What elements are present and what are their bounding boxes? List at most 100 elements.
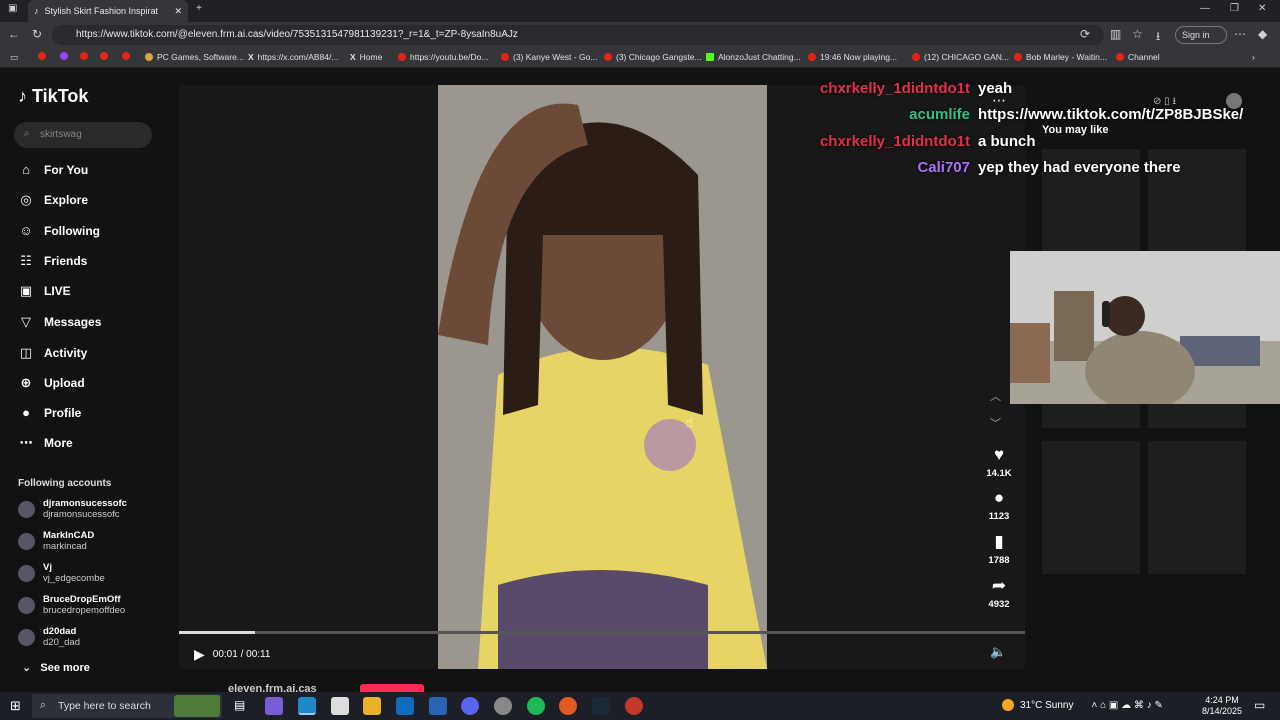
sidebar-item-following[interactable]: ☺ Following [18, 223, 100, 238]
next-video-icon[interactable]: ﹀ [990, 415, 1001, 431]
taskbar-clock[interactable]: 4:24 PM 8/14/2025 [1202, 695, 1242, 717]
close-window-icon[interactable]: ✕ [1258, 3, 1266, 14]
extensions-icon[interactable]: ⟳ [1080, 27, 1090, 41]
comment-button[interactable]: ● 1123 [985, 488, 1013, 522]
sidebar-item-upload[interactable]: ⊕ Upload [18, 375, 85, 391]
store-app-icon[interactable] [331, 697, 349, 715]
url-bar[interactable]: https://www.tiktok.com/@eleven.frm.ai.ca… [52, 25, 1104, 45]
search-input[interactable]: ⌕ skirtswag [14, 122, 152, 148]
bookmark-youtube-link[interactable]: https://youtu.be/Do... [398, 52, 488, 62]
volume-icon[interactable]: 🔈 [990, 644, 1006, 660]
tray-icons[interactable]: ˄ ⌂ ▣ ☁ ⌘ ♪ ✎ [1091, 700, 1162, 711]
sidebar-item-explore[interactable]: ◎ Explore [18, 192, 88, 208]
share-button[interactable]: ➦ 4932 [985, 576, 1013, 610]
follow-button[interactable] [360, 684, 424, 692]
bookmark-yt-1[interactable] [38, 52, 46, 60]
bookmark-x[interactable]: Xhttps://x.com/AB84/... [248, 52, 338, 62]
brave-app-icon[interactable] [559, 697, 577, 715]
see-more-link[interactable]: ⌄ See more [22, 661, 90, 674]
chat-username: chxrkelly_1didntdo1t [819, 80, 970, 97]
following-account[interactable]: d20dad d20_dad [18, 626, 80, 648]
sidebar-item-activity[interactable]: ◫ Activity [18, 345, 88, 361]
chat-message: yeah [978, 80, 1013, 97]
bookmark-kick[interactable]: AlonzoJust Chatting... [706, 52, 801, 62]
bookmark-pc-games[interactable]: PC Games, Software... [145, 52, 244, 62]
following-account[interactable]: BruceDropEmOff brucedropemoffdeo [18, 594, 125, 616]
recommendation-thumb[interactable] [1148, 441, 1246, 574]
comment-icon: ● [993, 488, 1005, 507]
following-account[interactable]: Vj vj_edgecombe [18, 562, 105, 584]
sidebar-item-profile[interactable]: ● Profile [18, 405, 81, 420]
split-icon[interactable]: ▥ [1110, 27, 1121, 41]
discord-app-icon[interactable] [461, 697, 479, 715]
following-account[interactable]: djramonsucessofc djramonsucessofc [18, 498, 127, 520]
sidebar-item-label: Messages [44, 315, 102, 329]
bookmark-kanye[interactable]: (3) Kanye West - Go... [501, 52, 597, 62]
save-button[interactable]: ▮ 1788 [985, 532, 1013, 566]
spotify-app-icon[interactable] [527, 697, 545, 715]
bookmark-chicago-gan[interactable]: (12) CHICAGO GAN... [912, 52, 1009, 62]
weather-text[interactable]: 31°C Sunny [1020, 700, 1073, 711]
close-tab-icon[interactable]: ✕ [174, 6, 182, 17]
tiktok-note-icon: ♪ [18, 86, 27, 106]
play-icon[interactable]: ▶ [194, 646, 205, 663]
messages-icon: ▽ [21, 314, 31, 329]
bookmark-folder-icon[interactable]: ▭ [10, 52, 18, 63]
account-name: BruceDropEmOff [43, 594, 121, 605]
previous-video-icon[interactable]: ︿ [990, 388, 1001, 404]
copilot-app-icon[interactable] [265, 697, 283, 715]
edge-app-icon[interactable] [298, 697, 316, 715]
like-button[interactable]: ♥ 14.1K [985, 445, 1013, 479]
task-view-icon[interactable]: ▤ [234, 698, 245, 712]
bookmark-yt-4[interactable] [122, 52, 130, 60]
following-account[interactable]: MarkInCAD markincad [18, 530, 94, 552]
bookmark-yt-2[interactable] [80, 52, 88, 60]
sign-in-label: Sign in [1182, 30, 1210, 40]
bookmark-chicago[interactable]: (3) Chicago Gangste... [604, 52, 702, 62]
tab-menu-icon[interactable]: ▣ [8, 3, 17, 14]
time-display: 00:01 / 00:11 [212, 649, 271, 660]
bookmark-now-playing[interactable]: 19:46 Now playing... [808, 52, 897, 62]
sidebar-item-more[interactable]: ⋯ More [18, 435, 73, 451]
favorites-icon[interactable]: ☆ [1132, 27, 1143, 41]
home-icon: ⌂ [22, 162, 30, 177]
maximize-icon[interactable]: ❐ [1230, 3, 1239, 14]
sidebar-item-live[interactable]: ▣ LIVE [18, 283, 71, 299]
bookmarks-bar: ▭ PC Games, Software... Xhttps://x.com/A… [0, 48, 1280, 68]
recommendation-thumb[interactable] [1042, 441, 1140, 574]
tiktok-logo[interactable]: ♪ TikTok [18, 86, 88, 107]
record-app-icon[interactable] [625, 697, 643, 715]
sign-in-button[interactable]: Sign in [1175, 26, 1227, 44]
author-name[interactable]: eleven.frm.ai.cas [190, 683, 317, 692]
new-tab-icon[interactable]: + [196, 3, 202, 14]
bookmark-twitch[interactable] [60, 52, 68, 60]
account-name: MarkInCAD [43, 530, 95, 541]
obs-app-icon[interactable] [494, 697, 512, 715]
menu-dots-icon[interactable]: ⋯ [1234, 27, 1246, 41]
tiktok-favicon-icon: ♪ [34, 6, 39, 16]
notifications-icon[interactable]: ▭ [1254, 698, 1265, 712]
copilot-icon[interactable]: ◆ [1258, 27, 1267, 41]
bookmark-bob-marley[interactable]: Bob Marley - Waitin... [1014, 52, 1107, 62]
video-progress-bar[interactable] [179, 631, 1025, 634]
outlook-app-icon[interactable] [396, 697, 414, 715]
bookmark-home[interactable]: X Home [350, 52, 382, 62]
video-frame[interactable] [438, 85, 767, 669]
minimize-icon[interactable]: — [1200, 3, 1210, 14]
sidebar-item-messages[interactable]: ▽ Messages [18, 314, 101, 330]
windows-taskbar: ⊞ ⌕ Type here to search ▤ 31°C Sunny ˄ ⌂… [0, 692, 1280, 720]
sidebar-item-friends[interactable]: ☷ Friends [18, 253, 87, 269]
download-icon[interactable]: ⭳ [1156, 27, 1160, 48]
explorer-app-icon[interactable] [363, 697, 381, 715]
sidebar-item-for-you[interactable]: ⌂ For You [18, 162, 88, 177]
bookmarks-overflow-icon[interactable]: › [1252, 52, 1255, 62]
bookmark-channel[interactable]: Channel [1116, 52, 1160, 62]
reload-icon[interactable]: ↻ [32, 27, 42, 41]
back-icon[interactable]: ← [8, 27, 20, 41]
windows-start-icon[interactable]: ⊞ [10, 698, 21, 714]
steam-app-icon[interactable] [592, 697, 610, 715]
live-icon: ▣ [19, 283, 33, 298]
calculator-app-icon[interactable] [429, 697, 447, 715]
active-tab[interactable]: ♪ Stylish Skirt Fashion Inspirat ✕ [28, 0, 188, 22]
bookmark-yt-3[interactable] [100, 52, 108, 60]
